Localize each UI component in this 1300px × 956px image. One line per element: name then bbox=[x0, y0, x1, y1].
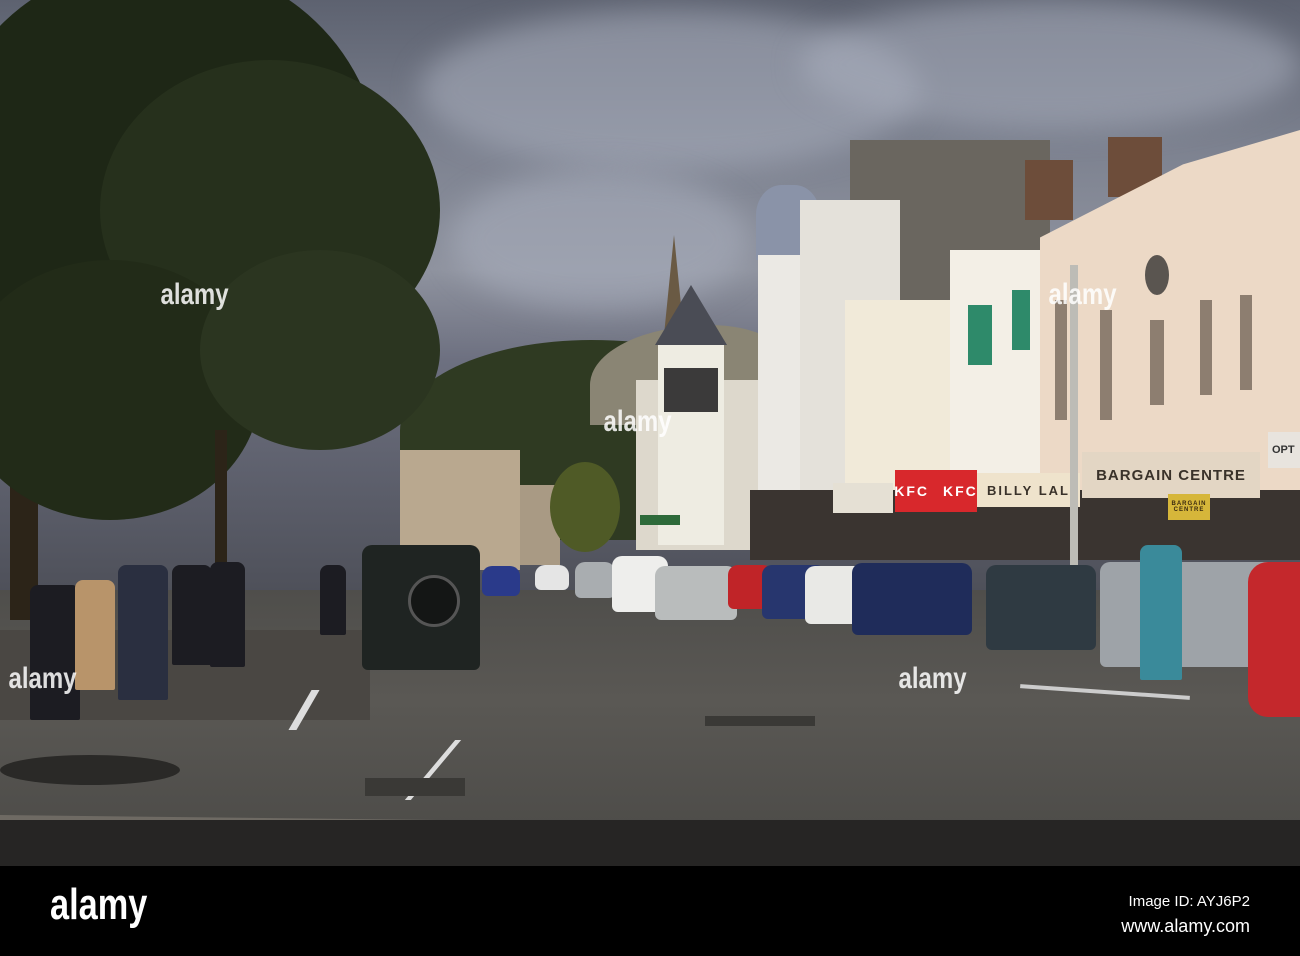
window bbox=[1240, 295, 1252, 390]
bargain-centre-window-sign: BARGAIN CENTRE bbox=[1168, 494, 1210, 520]
bargain-centre-sign: BARGAIN CENTRE bbox=[1082, 452, 1260, 498]
billy-lal-sign: BILLY LAL bbox=[977, 473, 1080, 507]
red-car-edge bbox=[1248, 562, 1300, 717]
round-window bbox=[1145, 255, 1169, 295]
opt-sign: OPT bbox=[1268, 432, 1300, 468]
tree-trunk bbox=[215, 430, 227, 580]
kfc-sign-text: KFC bbox=[943, 483, 978, 499]
window bbox=[1100, 310, 1112, 420]
alamy-watermark: alamy bbox=[8, 662, 77, 695]
pedestrian bbox=[172, 565, 212, 665]
car bbox=[575, 562, 615, 598]
pedestrian bbox=[210, 562, 245, 667]
spare-wheel bbox=[408, 575, 460, 627]
alamy-watermark: alamy bbox=[1048, 278, 1117, 311]
tree-canopy bbox=[200, 250, 440, 450]
shop-sign bbox=[833, 483, 893, 513]
site-url: www.alamy.com bbox=[1121, 916, 1250, 936]
kfc-sign-text: KFC bbox=[894, 483, 929, 499]
silver-car bbox=[655, 566, 737, 620]
pedestrian bbox=[75, 580, 115, 690]
window bbox=[1055, 300, 1067, 420]
distant-tree bbox=[550, 462, 620, 552]
street-photo: KFC KFC BILLY LAL BARGAIN CENTRE BARGAIN… bbox=[0, 0, 1300, 956]
drain-cover bbox=[365, 778, 465, 796]
alamy-logo: alamy bbox=[50, 880, 148, 929]
shadow bbox=[0, 755, 180, 785]
footer-bar bbox=[0, 866, 1300, 956]
green-window bbox=[968, 305, 992, 365]
navy-car bbox=[852, 563, 972, 635]
kfc-sign: KFC KFC bbox=[894, 470, 978, 512]
drain-cover bbox=[705, 716, 815, 726]
alamy-watermark: alamy bbox=[160, 278, 229, 311]
cloud bbox=[450, 170, 750, 310]
cloud bbox=[800, 0, 1300, 130]
window bbox=[1200, 300, 1212, 395]
chimney bbox=[1025, 160, 1073, 220]
woman-walking bbox=[1140, 545, 1182, 680]
foreground-shadow bbox=[0, 820, 1300, 866]
window bbox=[1150, 320, 1164, 405]
car bbox=[535, 565, 569, 590]
green-awning bbox=[640, 515, 680, 525]
pedestrian bbox=[320, 565, 346, 635]
green-window bbox=[1012, 290, 1030, 350]
car bbox=[482, 566, 520, 596]
alamy-watermark: alamy bbox=[898, 662, 967, 695]
pedestrian bbox=[118, 565, 168, 700]
image-id: Image ID: AYJ6P2 bbox=[1128, 893, 1250, 910]
alamy-watermark: alamy bbox=[603, 405, 672, 438]
window-sign-line: CENTRE bbox=[1173, 507, 1205, 513]
pedestrian bbox=[30, 585, 80, 720]
tower-windows bbox=[664, 368, 718, 412]
dark-car bbox=[986, 565, 1096, 650]
